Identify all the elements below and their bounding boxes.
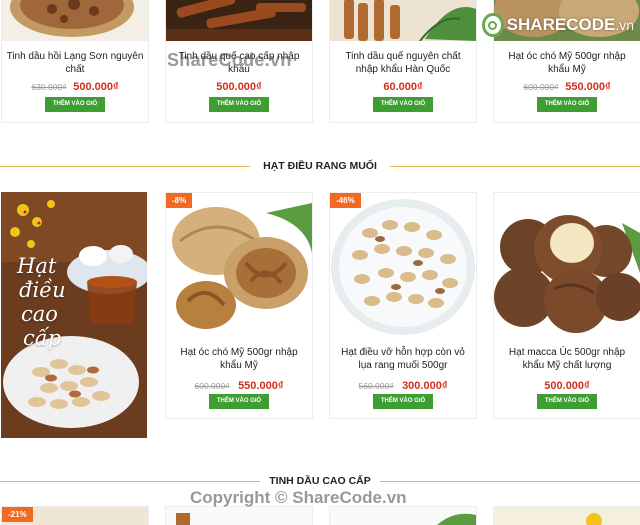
old-price: 600.000₫ [194,381,230,391]
product-prices: 600.000₫ 550.000₫ [166,376,312,394]
current-price: 60.000₫ [383,81,423,93]
old-price: 560.000₫ [358,381,394,391]
product-name[interactable]: Hạt điều vỡ hỗn hợp còn vỏ lụa rang muối… [336,346,470,372]
section-title[interactable]: HẠT ĐIỀU RANG MUỐI [255,160,385,172]
product-card[interactable]: -8% Hạt óc chó Mỹ 500gr nhập khẩu Mỹ 600… [165,192,313,419]
product-image[interactable] [166,193,312,337]
logo-text-share: SHARE [506,15,567,34]
product-image[interactable] [330,193,476,337]
add-to-cart-button[interactable]: THÊM VÀO GIỎ [373,97,433,112]
product-image[interactable] [2,0,148,41]
old-price: 600.000₫ [523,82,559,92]
product-card[interactable]: -46% Hạt điều vỡ hỗn hợp còn vỏ lụa rang… [329,192,477,419]
logo-text-code: CODE [566,15,616,34]
product-card[interactable] [493,506,640,525]
product-card[interactable] [329,506,477,525]
product-card[interactable]: Tinh dầu quế nguyên chất nhập khẩu Hàn Q… [329,0,477,123]
banner-text: Hạt [17,254,57,278]
section-heading-cashew: HẠT ĐIỀU RANG MUỐI [0,159,640,173]
product-image[interactable] [494,193,640,337]
product-image[interactable] [330,0,476,41]
product-card[interactable]: -21% [1,506,149,525]
product-prices: 560.000₫ 300.000₫ [330,376,476,394]
product-prices: 500.000₫ [166,81,312,93]
sharecode-logo: SHARE CODE .vn [482,10,634,40]
add-to-cart-button[interactable]: THÊM VÀO GIỎ [373,394,433,409]
section-heading-oil: TINH DẦU CAO CẤP [0,474,640,488]
logo-text-vn: .vn [615,17,634,33]
add-to-cart-button[interactable]: THÊM VÀO GIỎ [45,97,105,112]
discount-badge: -21% [2,507,33,522]
product-card[interactable]: Hạt macca Úc 500gr nhập khẩu Mỹ chất lượ… [493,192,640,419]
product-card[interactable]: Tinh dầu hồi Lạng Sơn nguyên chất 630.00… [1,0,149,123]
product-image[interactable] [166,0,312,41]
add-to-cart-button[interactable]: THÊM VÀO GIỎ [209,394,269,409]
discount-badge: -46% [330,193,361,208]
current-price: 500.000₫ [73,81,119,93]
product-name[interactable]: Hạt macca Úc 500gr nhập khẩu Mỹ chất lượ… [500,346,634,372]
banner-text: cao [21,302,58,326]
product-prices: 60.000₫ [330,81,476,93]
banner-text: cấp [23,326,62,350]
watermark-text: ShareCode.vn [167,50,292,70]
product-prices: 600.000₫ 550.000₫ [494,81,640,93]
add-to-cart-button[interactable]: THÊM VÀO GIỎ [537,394,597,409]
current-price: 550.000₫ [238,380,284,392]
product-name[interactable]: Hạt óc chó Mỹ 500gr nhập khẩu Mỹ [172,346,306,372]
product-name[interactable]: Hạt óc chó Mỹ 500gr nhập khẩu Mỹ [498,50,636,76]
section-title[interactable]: TINH DẦU CAO CẤP [261,475,379,487]
copyright-watermark: Copyright © ShareCode.vn [190,488,407,507]
old-price: 630.000₫ [31,82,67,92]
add-to-cart-button[interactable]: THÊM VÀO GIỎ [209,97,269,112]
product-prices: 630.000₫ 500.000₫ [2,81,148,93]
category-banner[interactable]: Hạt điều cao cấp [1,192,147,438]
discount-badge: -8% [166,193,193,208]
product-name[interactable]: Tinh dầu quế nguyên chất nhập khẩu Hàn Q… [334,50,472,76]
add-to-cart-button[interactable]: THÊM VÀO GIỎ [537,97,597,112]
current-price: 300.000₫ [402,380,448,392]
banner-text: điều [19,278,66,302]
current-price: 500.000₫ [216,81,262,93]
current-price: 500.000₫ [544,380,590,392]
product-prices: 500.000₫ [494,376,640,394]
product-name[interactable]: Tinh dầu hồi Lạng Sơn nguyên chất [6,50,144,76]
product-card[interactable] [165,506,313,525]
current-price: 550.000₫ [565,81,611,93]
logo-icon [482,13,504,37]
